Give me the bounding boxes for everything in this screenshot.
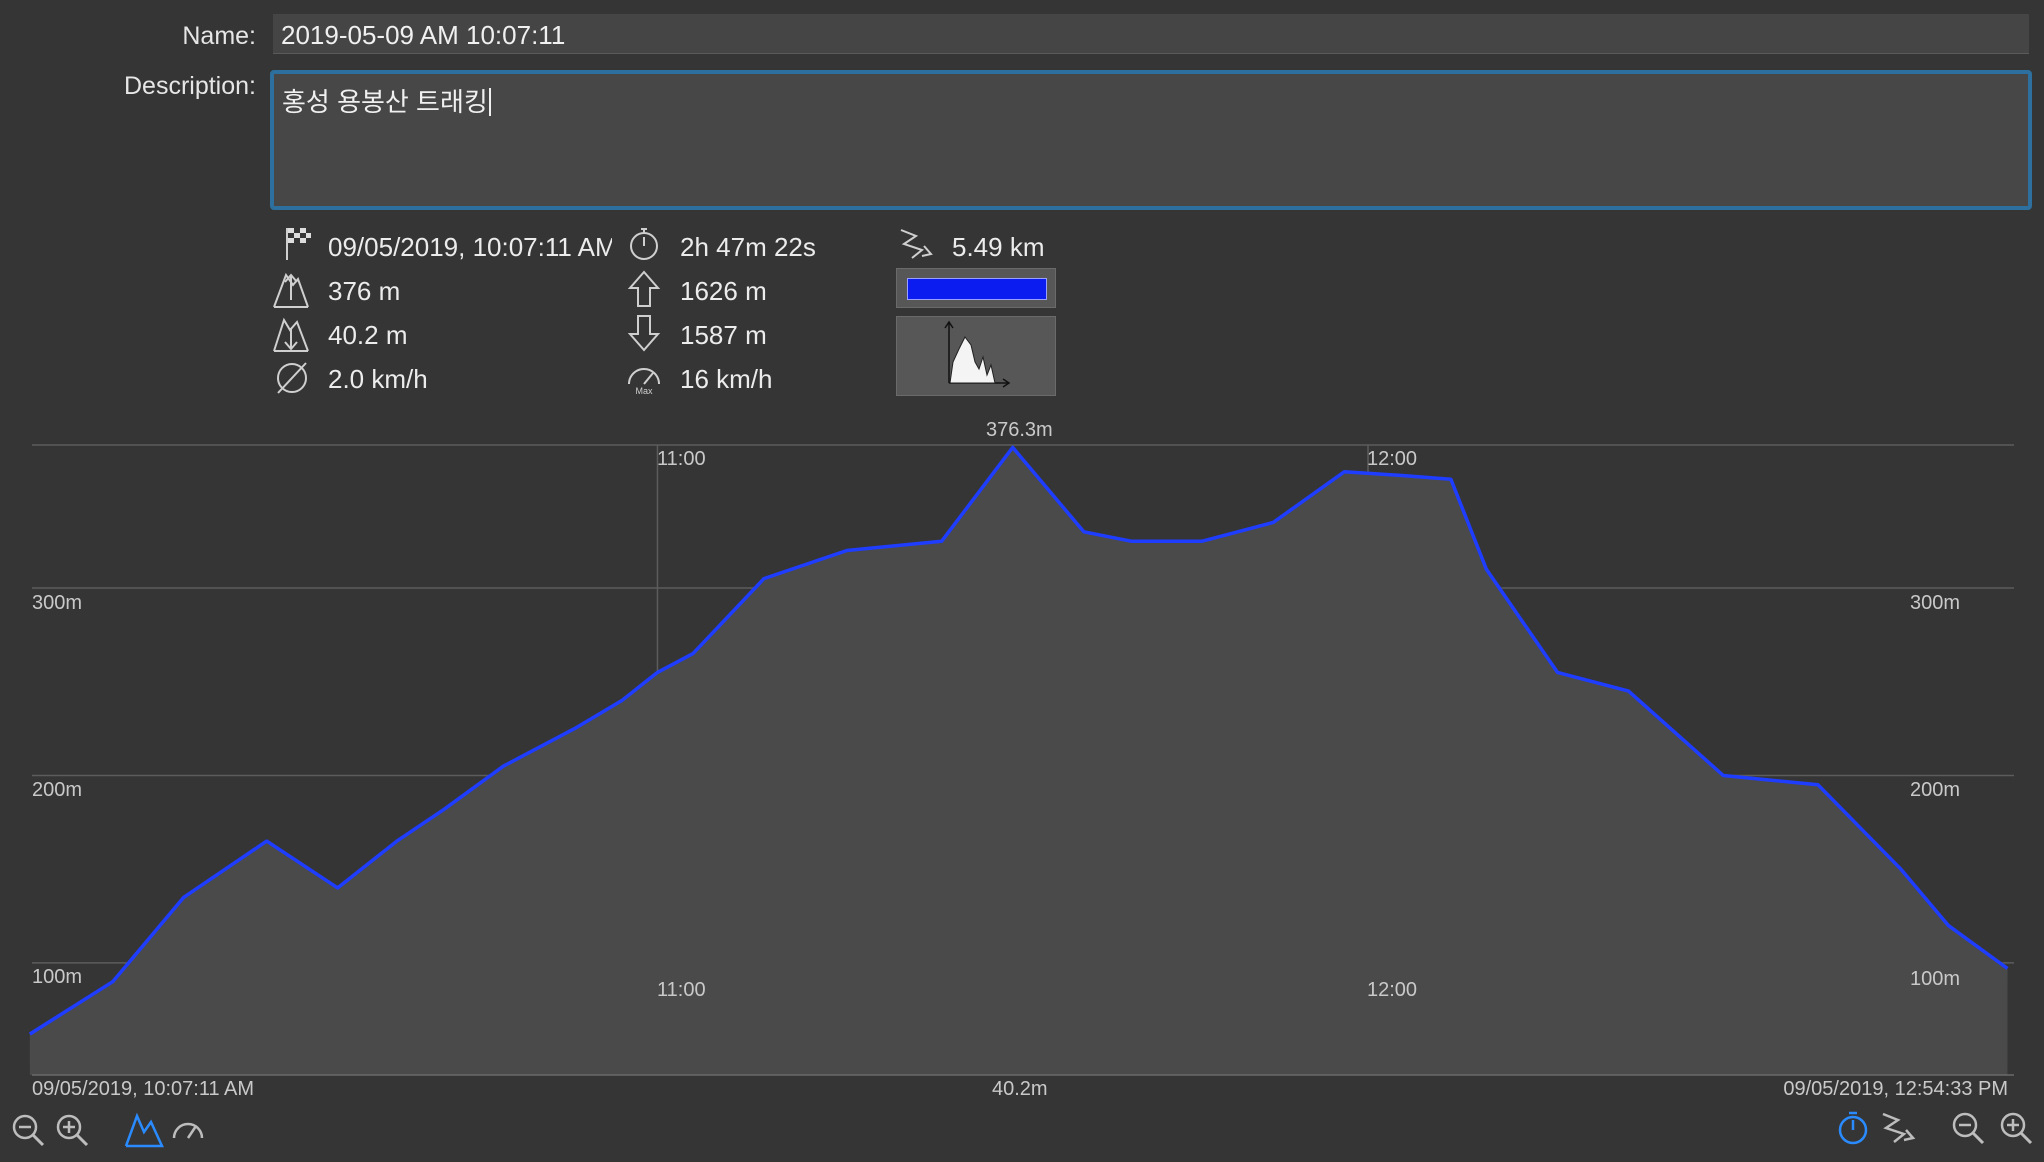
distance-axis-icon[interactable] [1880, 1110, 1916, 1146]
zoom-in-icon[interactable] [54, 1112, 90, 1148]
zoom-out-icon[interactable] [1950, 1110, 1986, 1146]
time-axis-icon[interactable] [1836, 1110, 1870, 1146]
elevation-area [29, 447, 2008, 1075]
y-label-200-left: 200m [32, 779, 83, 801]
elevation-icon[interactable] [124, 1112, 164, 1148]
time-label-11-top: 11:00 [657, 448, 706, 470]
end-time-label: 09/05/2019, 12:54:33 PM [1783, 1078, 2008, 1100]
zoom-in-icon[interactable] [1998, 1110, 2034, 1146]
y-label-100-left: 100m [32, 966, 83, 988]
peak-label: 376.3m [986, 419, 1053, 441]
time-label-12-top: 12:00 [1367, 448, 1418, 470]
y-label-100-right: 100m [1909, 968, 1960, 990]
y-label-200-right: 200m [1909, 779, 1960, 801]
speed-icon[interactable] [170, 1114, 206, 1144]
elevation-chart[interactable] [0, 0, 2044, 1162]
y-label-300-left: 300m [32, 592, 83, 614]
zoom-out-icon[interactable] [10, 1112, 46, 1148]
min-label: 40.2m [992, 1078, 1048, 1100]
y-label-300-right: 300m [1909, 592, 1960, 614]
start-time-label: 09/05/2019, 10:07:11 AM [32, 1078, 255, 1100]
time-label-12-bottom: 12:00 [1367, 979, 1418, 1001]
time-label-11-bottom: 11:00 [657, 979, 706, 1001]
